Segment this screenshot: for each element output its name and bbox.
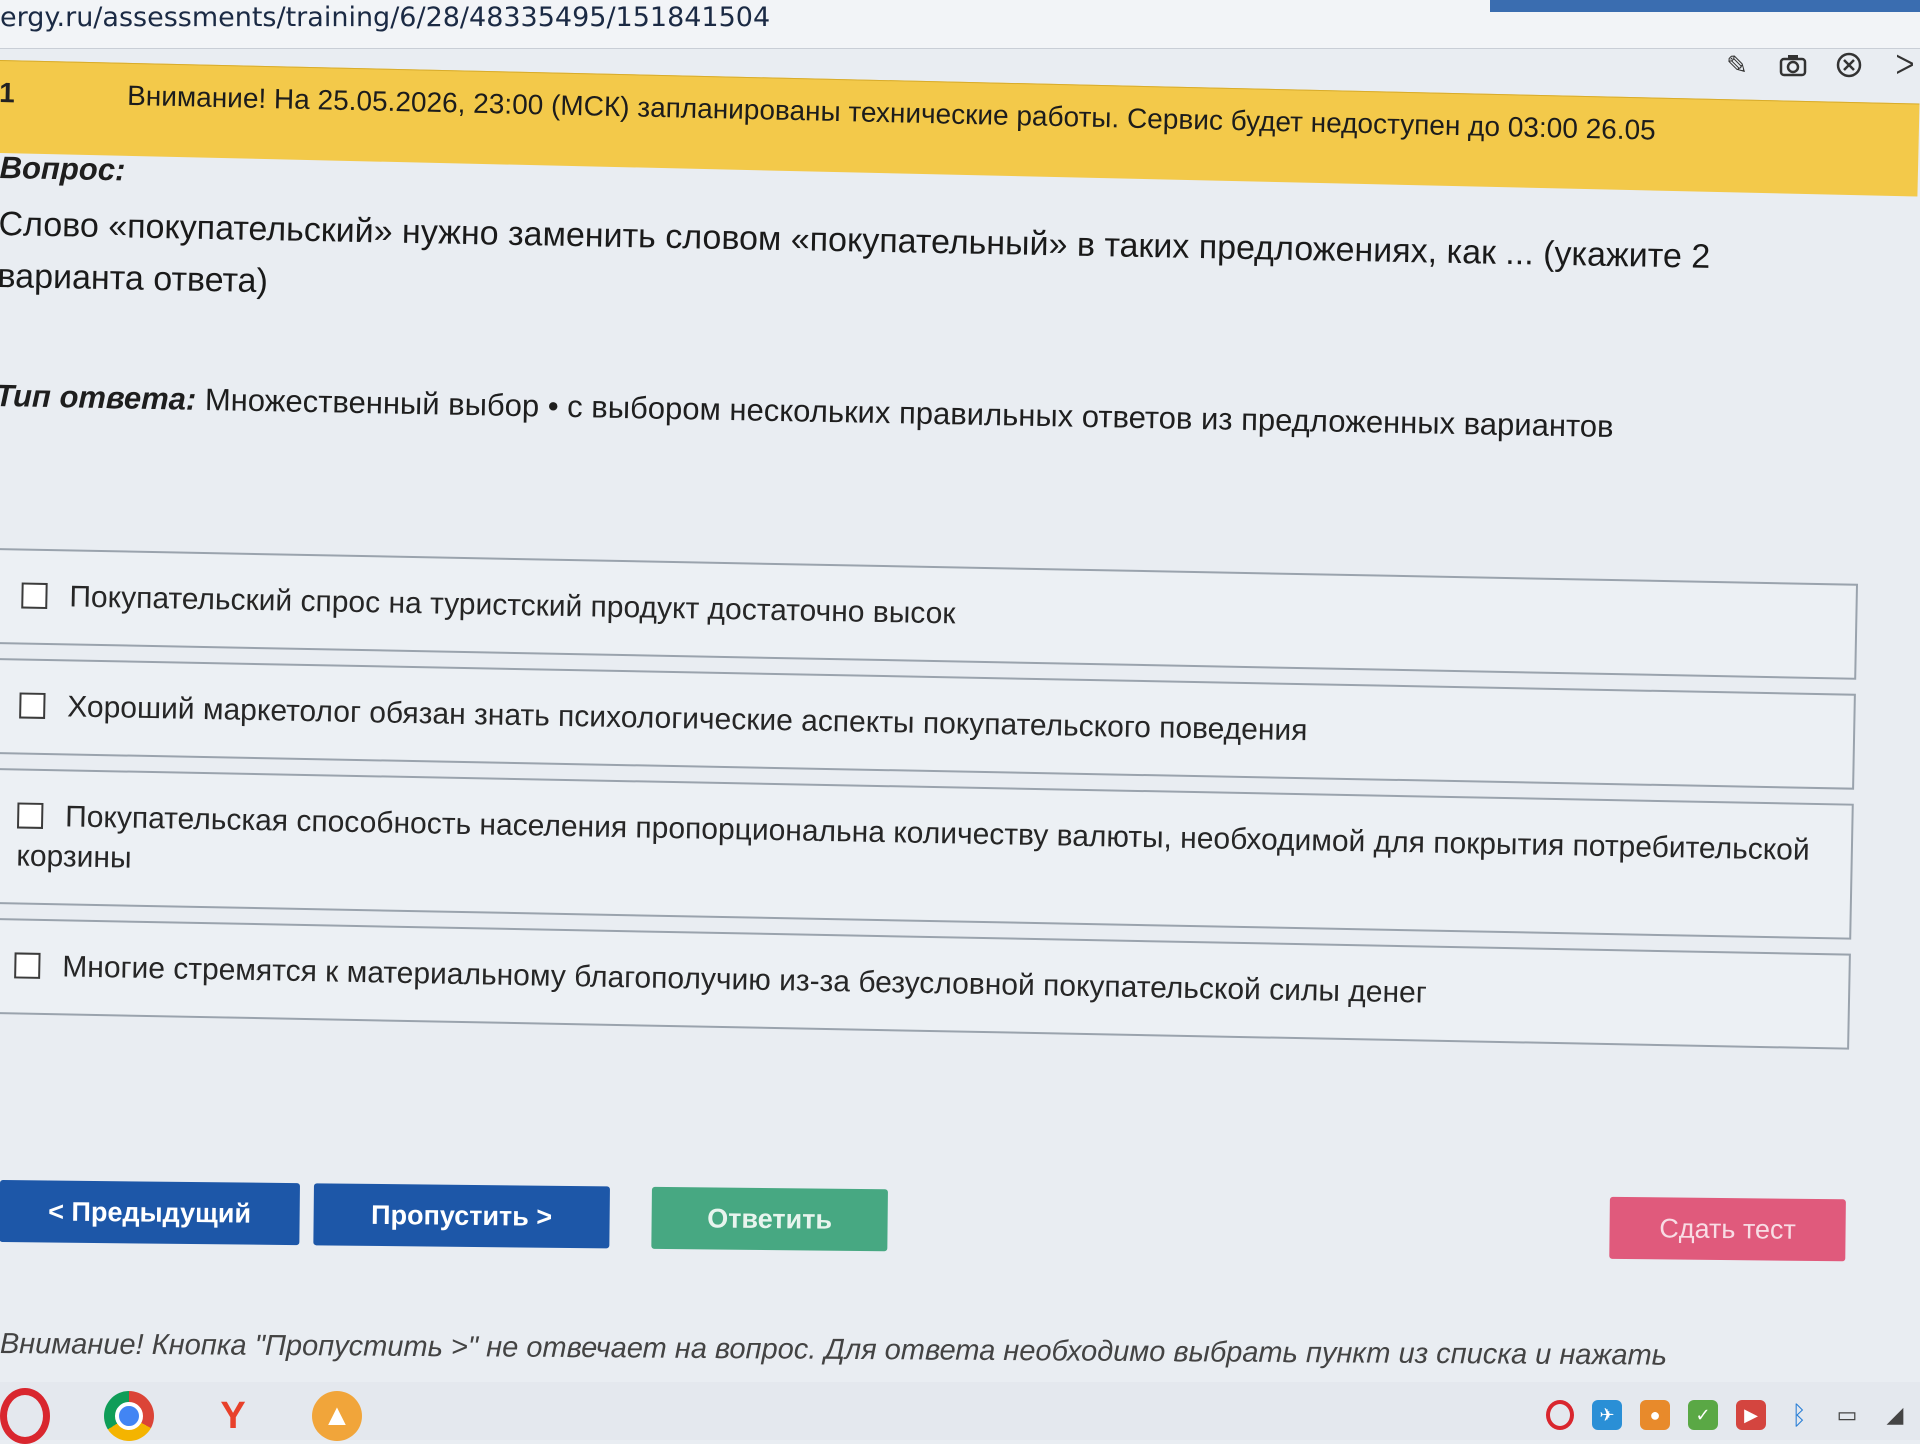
opera-tray-icon[interactable] [1546,1400,1574,1430]
answer-option-2[interactable]: Хороший маркетолог обязан знать психолог… [0,657,1856,790]
wifi-icon[interactable]: ◢ [1880,1400,1910,1430]
notice-number: 1 [0,76,16,109]
option-text: Многие стремятся к материальному благопо… [62,950,1428,1010]
url-text[interactable]: ergy.ru/assessments/training/6/28/483354… [0,2,770,33]
question-label: Вопрос: [0,150,126,188]
checkbox[interactable] [19,692,46,719]
telegram-tray-icon[interactable]: ✈ [1592,1400,1622,1430]
taskbar-apps: Y ▲ [0,1388,362,1444]
shield-tray-icon[interactable]: ● [1640,1400,1670,1430]
submit-test-button[interactable]: Сдать тест [1609,1196,1846,1262]
option-text: Хороший маркетолог обязан знать психолог… [67,690,1308,748]
answer-option-4[interactable]: Многие стремятся к материальному благопо… [0,917,1851,1050]
battery-icon[interactable]: ▭ [1832,1400,1862,1430]
answer-type: Тип ответа: Множественный выбор • с выбо… [0,378,1614,445]
tab-strip-accent [1490,0,1920,12]
checkbox[interactable] [14,952,41,979]
checkbox[interactable] [16,802,44,829]
opera-icon[interactable] [0,1388,50,1444]
edit-icon[interactable]: ✎ [1722,50,1752,80]
answer-option-1[interactable]: Покупательский спрос на туристский проду… [0,547,1859,680]
system-tray: ✈ ● ✓ ▶ ᛒ ▭ ◢ [1546,1400,1910,1430]
close-circle-icon[interactable] [1834,50,1864,80]
chrome-icon[interactable] [104,1391,154,1441]
checkbox[interactable] [21,582,48,609]
skip-warning-note: Внимание! Кнопка "Пропустить >" не отвеч… [0,1328,1668,1372]
option-text: Покупательский спрос на туристский проду… [69,580,956,631]
security-tray-icon[interactable]: ✓ [1688,1400,1718,1430]
bluetooth-icon[interactable]: ᛒ [1784,1400,1814,1430]
app-icon[interactable]: ▲ [312,1391,362,1441]
media-tray-icon[interactable]: ▶ [1736,1400,1766,1430]
camera-icon[interactable] [1778,50,1808,80]
skip-button[interactable]: Пропустить > [313,1183,610,1249]
yandex-icon[interactable]: Y [208,1391,258,1441]
question-text: Слово «покупательский» нужно заменить сл… [0,204,1711,301]
answer-button[interactable]: Ответить [651,1186,888,1252]
page-toolbar: ✎ ᐳ [1722,50,1920,80]
previous-button[interactable]: < Предыдущий [0,1180,300,1246]
answer-options: Покупательский спрос на туристский проду… [0,547,1859,1064]
expand-icon[interactable]: ᐳ [1890,50,1920,80]
answer-type-label: Тип ответа: [0,377,197,417]
option-text: Покупательская способность населения про… [16,800,1811,875]
navigation-buttons: < Предыдущий Пропустить > Ответить Сдать… [0,1180,1920,1270]
browser-address-bar[interactable]: ergy.ru/assessments/training/6/28/483354… [0,0,1920,49]
answer-option-3[interactable]: Покупательская способность населения про… [0,767,1854,940]
taskbar: Y ▲ ✈ ● ✓ ▶ ᛒ ▭ ◢ [0,1382,1920,1444]
answer-type-value: Множественный выбор • с выбором нескольк… [204,381,1614,445]
maintenance-notice-banner: 1 Внимание! На 25.05.2026, 23:00 (МСК) з… [0,60,1920,197]
notice-text: Внимание! На 25.05.2026, 23:00 (МСК) зап… [126,79,1657,146]
